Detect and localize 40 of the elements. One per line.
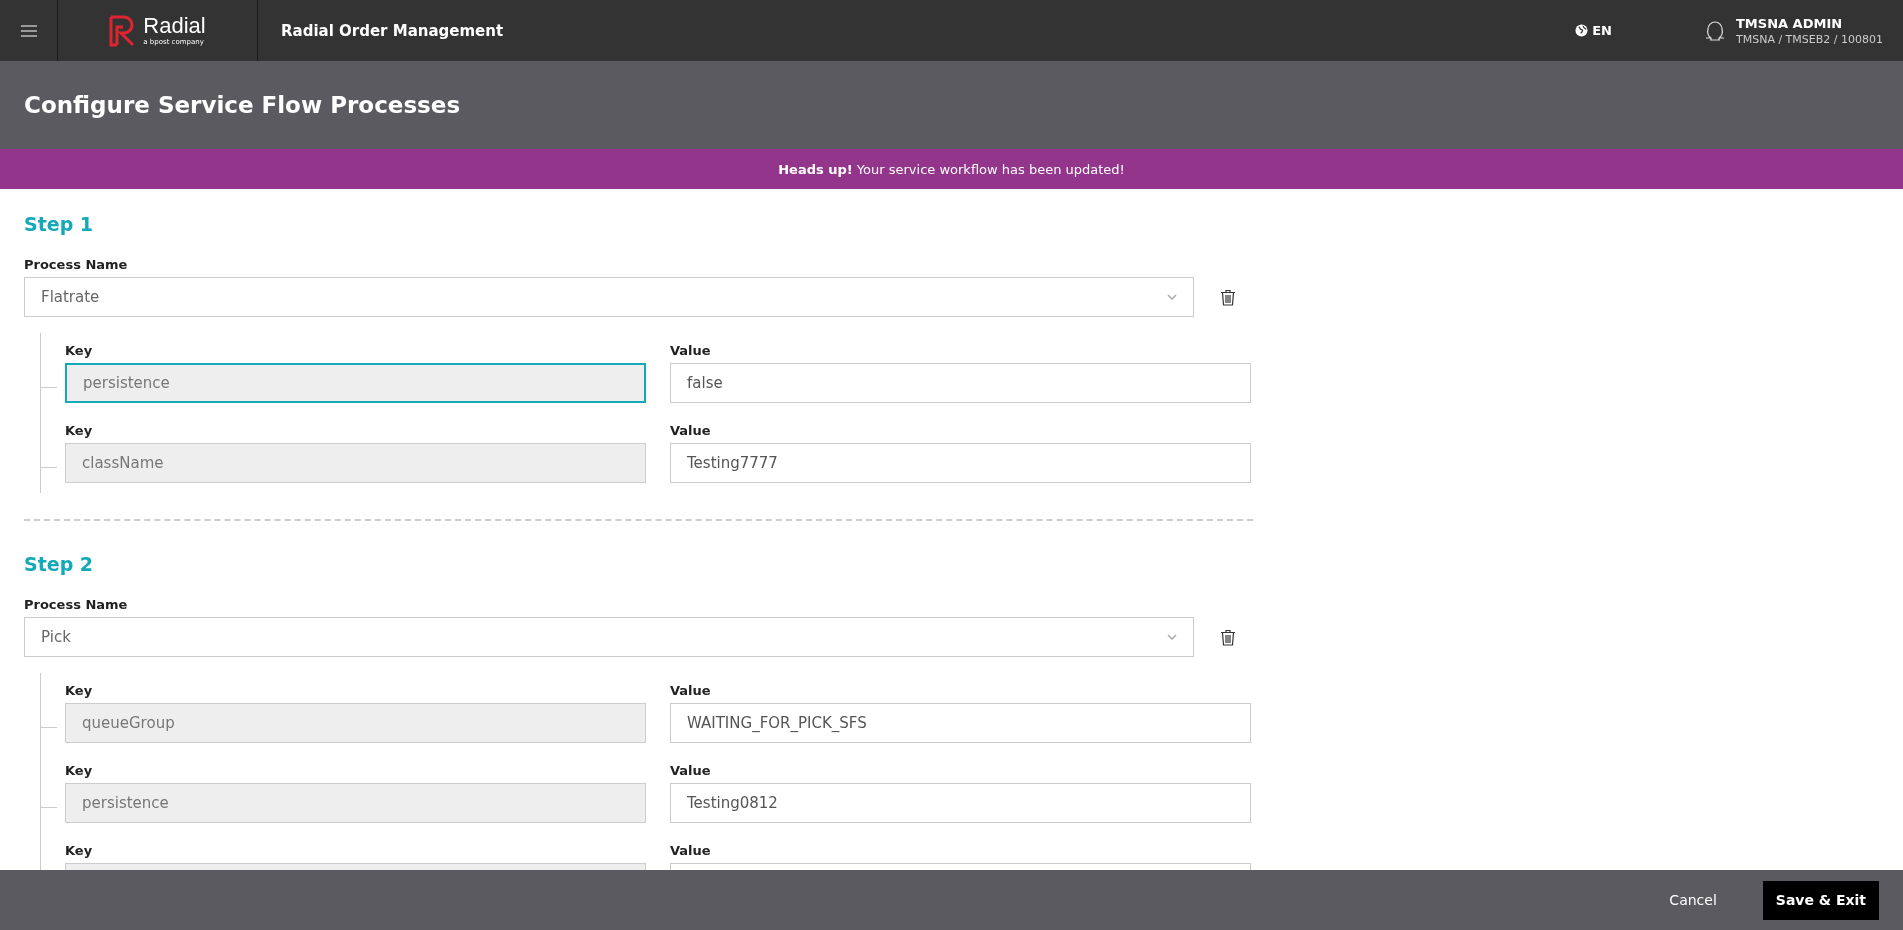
field-label: Value [670, 763, 712, 778]
logo-name: Radial [143, 15, 206, 37]
field-label: Key [65, 843, 94, 858]
field-label: Value [670, 423, 712, 438]
trash-icon[interactable] [1220, 288, 1236, 306]
globe-icon [1575, 24, 1589, 37]
value-field[interactable]: WAITING_FOR_PICK_SFS [670, 703, 1251, 743]
value-field[interactable]: Testing7777 [670, 443, 1251, 483]
field-label: Value [670, 343, 712, 358]
step-title: Step 2 [24, 553, 95, 575]
language-button[interactable]: EN [1575, 23, 1612, 38]
user-name: TMSNA ADMIN [1735, 15, 1844, 31]
banner-message: Heads up! Your service workflow has been updated! [778, 161, 1125, 177]
field-label: Key [65, 423, 94, 438]
menu-icon[interactable] [20, 24, 37, 37]
key-field[interactable]: queueGroup [65, 703, 646, 743]
chevron-down-icon [1167, 634, 1177, 640]
app-title: Radial Order Management [281, 21, 504, 40]
field-label: Key [65, 343, 94, 358]
field-label: Key [65, 763, 94, 778]
user-icon[interactable] [1703, 19, 1726, 42]
step-title: Step 1 [24, 213, 95, 235]
field-label: Value [670, 843, 712, 858]
process-select[interactable]: Pick [24, 617, 1194, 657]
cancel-button[interactable]: Cancel [1663, 891, 1723, 909]
user-context: TMSNA / TMSEB2 / 100801 [1735, 32, 1883, 46]
value-field[interactable]: Testing0812 [670, 783, 1251, 823]
field-label: Key [65, 683, 94, 698]
save-exit-button[interactable]: Save & Exit [1762, 880, 1879, 920]
field-label: Process Name [24, 257, 129, 272]
page-title: Configure Service Flow Processes [24, 92, 461, 118]
chevron-down-icon [1167, 294, 1177, 300]
value-field[interactable]: false [670, 363, 1251, 403]
key-field[interactable]: persistence [65, 783, 646, 823]
process-select[interactable]: Flatrate [24, 277, 1194, 317]
field-label: Value [670, 683, 712, 698]
trash-icon[interactable] [1220, 628, 1236, 646]
key-field[interactable]: className [65, 443, 646, 483]
key-field[interactable]: persistence [65, 363, 646, 403]
field-label: Process Name [24, 597, 129, 612]
